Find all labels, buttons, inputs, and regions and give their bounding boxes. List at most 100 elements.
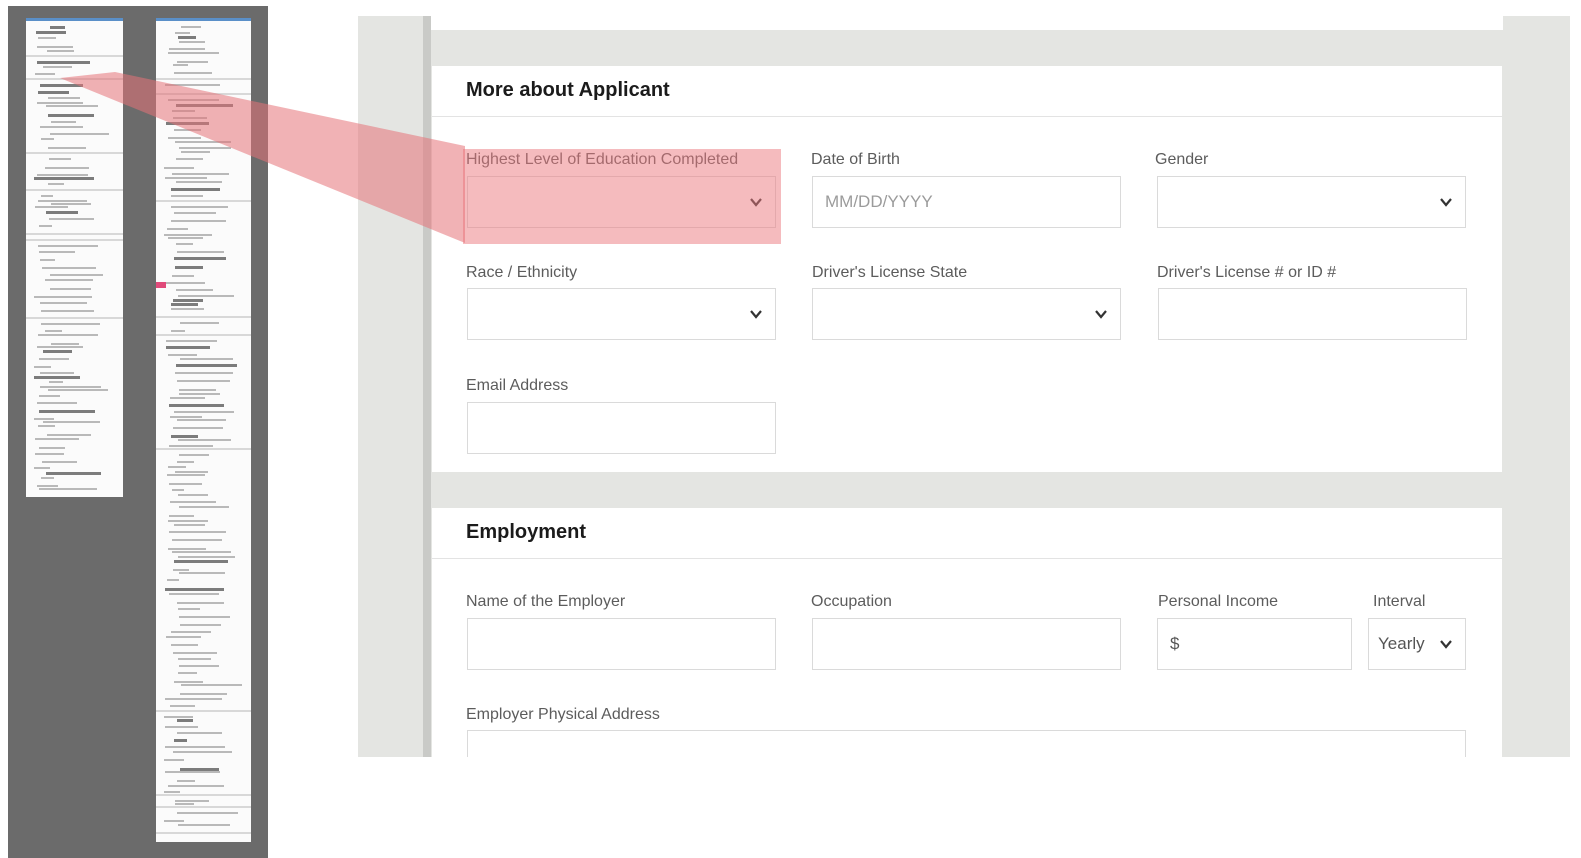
- thumbnail-text-line: [181, 684, 242, 686]
- thumbnail-header-bar: [156, 18, 251, 21]
- thumbnail-text-line: [156, 78, 251, 80]
- thumbnail-text-line: [41, 477, 54, 479]
- thumbnail-text-line: [26, 78, 123, 80]
- thumbnail-text-line: [47, 434, 91, 436]
- thumbnail-text-line: [38, 425, 55, 427]
- personal-income-label: Personal Income: [1158, 593, 1279, 610]
- thumbnail-text-line: [35, 438, 79, 440]
- thumbnail-text-line: [164, 716, 193, 718]
- thumbnail-text-line: [40, 84, 83, 87]
- thumbnail-text-line: [156, 448, 251, 450]
- thumbnail-text-line: [156, 806, 251, 808]
- section-divider: [432, 116, 1502, 117]
- thumbnail-text-line: [156, 316, 251, 318]
- thumbnail-page-overview[interactable]: [26, 18, 123, 497]
- thumbnail-text-line: [173, 64, 188, 66]
- thumbnail-text-line: [39, 410, 95, 413]
- employer-address-input[interactable]: [467, 730, 1466, 757]
- thumbnail-text-line: [50, 288, 91, 290]
- thumbnail-text-line: [168, 237, 203, 239]
- thumbnail-text-line: [169, 515, 194, 517]
- thumbnail-text-line: [40, 259, 55, 261]
- thumbnail-text-line: [174, 72, 212, 74]
- thumbnail-text-line: [170, 705, 195, 707]
- thumbnail-text-line: [39, 251, 75, 253]
- thumbnail-text-line: [37, 402, 77, 404]
- thumbnail-text-line: [48, 183, 64, 185]
- email-input[interactable]: [467, 402, 776, 454]
- thumbnail-text-line: [174, 560, 228, 563]
- thumbnail-text-line: [168, 785, 224, 787]
- thumbnail-text-line: [176, 104, 233, 107]
- email-label: Email Address: [466, 377, 569, 394]
- thumbnail-text-line: [156, 710, 251, 712]
- thumbnail-text-line: [176, 289, 213, 291]
- thumbnail-text-line: [175, 471, 208, 473]
- race-ethnicity-label: Race / Ethnicity: [466, 264, 578, 281]
- interval-label: Interval: [1373, 593, 1426, 610]
- employment-section-title: Employment: [466, 521, 587, 543]
- thumbnail-text-line: [175, 800, 209, 802]
- thumbnail-text-line: [43, 66, 72, 68]
- thumbnail-text-line: [173, 299, 203, 302]
- thumbnail-text-line: [173, 117, 207, 119]
- date-of-birth-placeholder: MM/DD/YYYY: [825, 192, 933, 211]
- race-ethnicity-select[interactable]: [467, 288, 776, 340]
- interval-select[interactable]: Yearly: [1368, 618, 1466, 670]
- thumbnail-text-line: [174, 411, 234, 413]
- thumbnail-text-line: [38, 200, 87, 202]
- license-state-select[interactable]: [812, 288, 1121, 340]
- thumbnail-text-line: [45, 279, 93, 281]
- thumbnail-text-line: [43, 350, 72, 353]
- thumbnail-text-line: [164, 759, 184, 761]
- thumbnail-text-line: [45, 330, 62, 332]
- thumbnail-text-line: [45, 167, 89, 169]
- employer-name-input[interactable]: [467, 618, 776, 670]
- thumbnail-text-line: [51, 343, 79, 345]
- thumbnail-text-line: [175, 372, 233, 374]
- thumbnail-page-detail[interactable]: [156, 18, 251, 842]
- applicant-section-card: More about Applicant Highest Level of Ed…: [432, 66, 1502, 472]
- thumbnail-text-line: [169, 483, 202, 485]
- thumbnail-text-line: [174, 212, 216, 214]
- section-divider: [432, 558, 1502, 559]
- thumbnail-text-line: [165, 771, 220, 773]
- thumbnail-text-line: [50, 274, 103, 276]
- thumbnail-text-line: [34, 366, 51, 368]
- thumbnail-header-bar: [26, 18, 123, 21]
- thumbnail-text-line: [169, 48, 205, 50]
- thumbnail-text-line: [39, 447, 65, 449]
- thumbnail-text-line: [171, 644, 198, 646]
- thumbnail-text-line: [172, 551, 231, 553]
- thumbnail-text-line: [179, 393, 220, 395]
- employer-address-label: Employer Physical Address: [466, 706, 660, 723]
- thumbnail-position-marker: [156, 282, 166, 288]
- thumbnail-text-line: [156, 334, 251, 336]
- thumbnail-text-line: [171, 206, 228, 208]
- thumbnail-text-line: [168, 520, 208, 522]
- thumbnail-text-line: [40, 372, 74, 374]
- thumbnail-text-line: [177, 380, 230, 382]
- thumbnail-text-line: [169, 593, 219, 595]
- frame-left-stripe: [423, 16, 431, 757]
- chevron-down-icon: [750, 310, 762, 319]
- thumbnail-text-line: [35, 453, 64, 455]
- occupation-input[interactable]: [812, 618, 1121, 670]
- thumbnail-text-line: [37, 61, 90, 64]
- thumbnail-text-line: [38, 91, 69, 94]
- thumbnail-text-line: [174, 524, 205, 526]
- thumbnail-text-line: [39, 358, 69, 360]
- date-of-birth-input[interactable]: MM/DD/YYYY: [812, 176, 1121, 228]
- personal-income-input[interactable]: $: [1157, 618, 1352, 670]
- thumbnail-text-line: [179, 572, 225, 574]
- thumbnail-text-line: [168, 137, 201, 139]
- thumbnail-text-line: [37, 102, 83, 104]
- license-id-input[interactable]: [1158, 288, 1467, 340]
- thumbnail-text-line: [37, 346, 83, 348]
- gender-select[interactable]: [1157, 176, 1466, 228]
- thumbnail-text-line: [175, 141, 231, 143]
- license-state-label: Driver's License State: [812, 264, 968, 281]
- thumbnail-text-line: [175, 803, 194, 805]
- thumbnail-text-line: [34, 376, 80, 379]
- thumbnail-text-line: [165, 177, 207, 179]
